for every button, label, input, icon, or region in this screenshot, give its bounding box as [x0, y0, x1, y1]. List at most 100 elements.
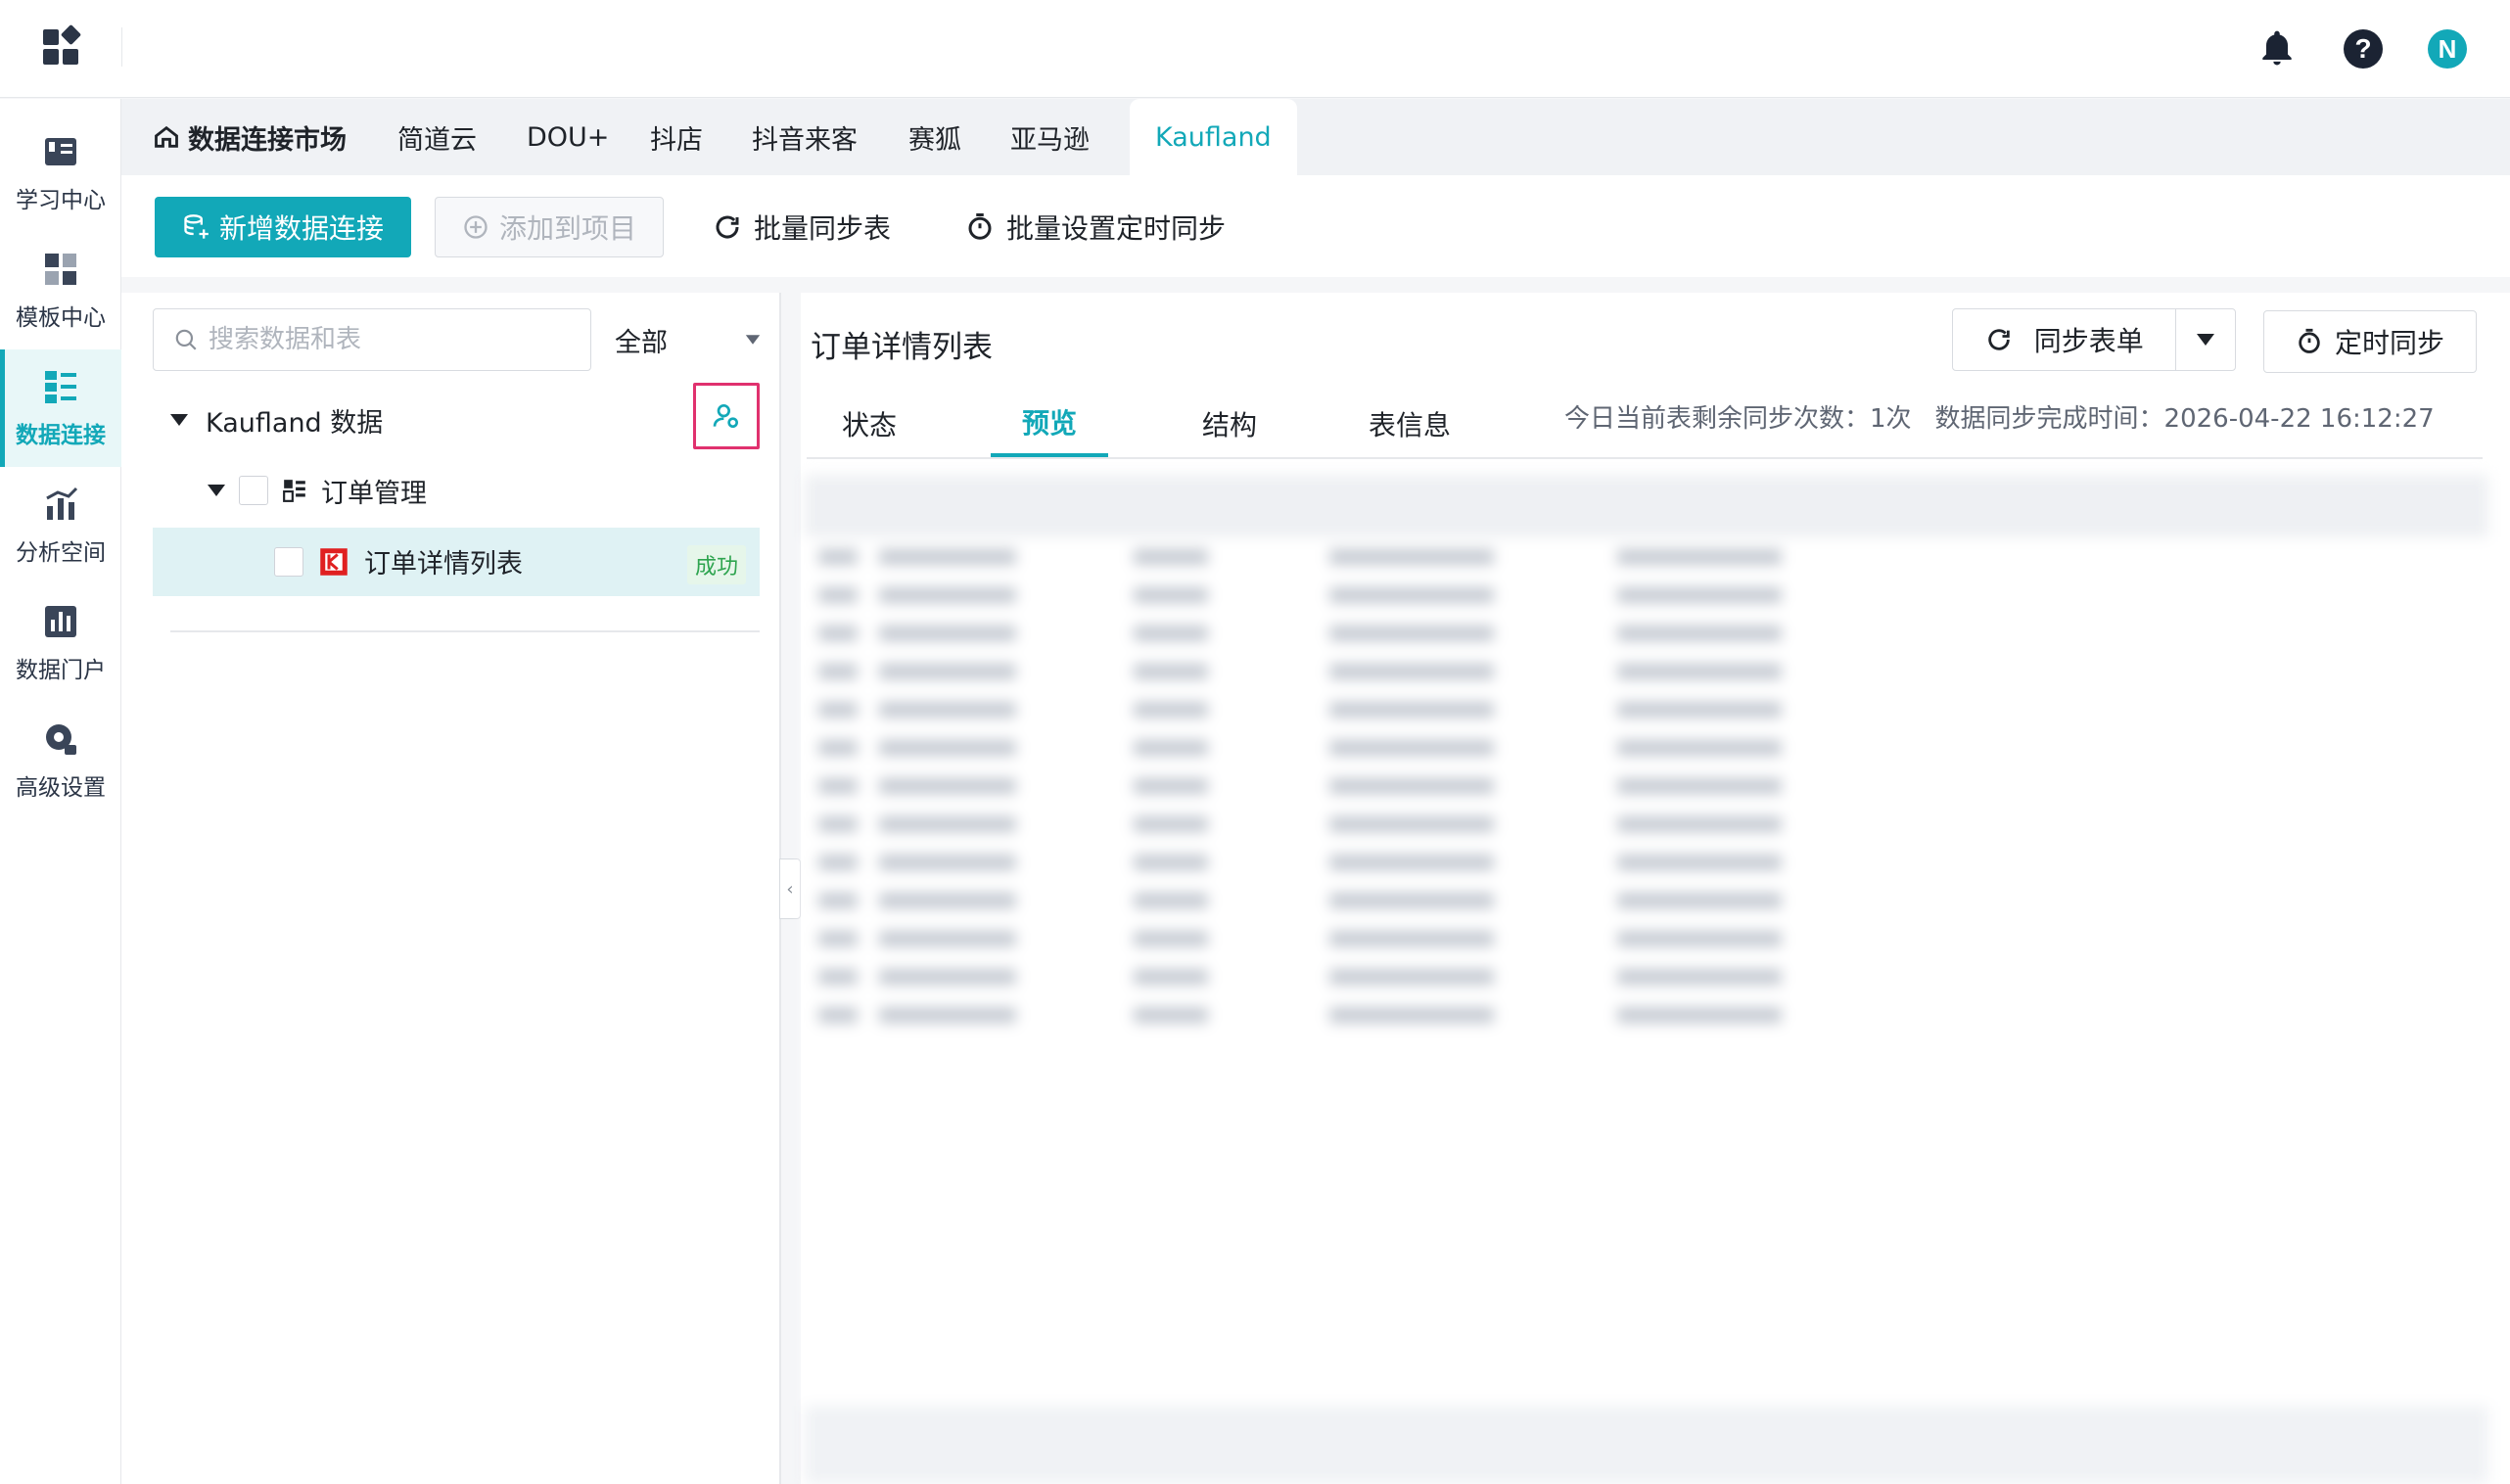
- preview-cell: [1134, 931, 1208, 947]
- caret-down-icon: [208, 485, 225, 496]
- user-settings-icon: [713, 404, 738, 428]
- remaining-sync-count: 今日当前表剩余同步次数：1次: [1564, 404, 1912, 434]
- search-box: [153, 308, 591, 371]
- preview-cell: [1134, 626, 1208, 641]
- tab-doudian[interactable]: 抖店: [650, 99, 703, 175]
- nav-label: 模板中心: [16, 305, 106, 331]
- preview-cell: [818, 778, 858, 794]
- tab-structure[interactable]: 结构: [1171, 391, 1288, 457]
- tab-kaufland[interactable]: Kaufland: [1130, 99, 1297, 175]
- preview-cell: [1134, 740, 1208, 756]
- preview-cell: [879, 969, 1016, 985]
- nav-label: 学习中心: [16, 188, 106, 213]
- tab-status[interactable]: 状态: [811, 391, 928, 457]
- nav-label: 数据连接: [16, 423, 106, 448]
- preview-cell: [1329, 969, 1494, 985]
- collapse-panel-button[interactable]: ‹: [779, 858, 801, 919]
- sync-form-button[interactable]: 同步表单: [1953, 309, 2177, 370]
- nav-label: 高级设置: [16, 775, 106, 801]
- preview-cell: [1329, 740, 1494, 756]
- bell-icon[interactable]: [2255, 27, 2299, 70]
- preview-cell: [818, 1007, 858, 1023]
- data-portal-icon: [41, 602, 80, 641]
- preview-cell: [1617, 702, 1782, 718]
- preview-cell: [1329, 855, 1494, 870]
- preview-cell: [1134, 893, 1208, 908]
- advanced-settings-icon: [41, 719, 80, 759]
- kaufland-table-icon: [320, 547, 348, 576]
- nav-item-learning-center[interactable]: 学习中心: [0, 115, 121, 232]
- tabs-underline: [807, 457, 2483, 459]
- analysis-space-icon: [41, 485, 80, 524]
- preview-cell: [1617, 816, 1782, 832]
- preview-cell: [1134, 1007, 1208, 1023]
- nav-item-analysis-space[interactable]: 分析空间: [0, 467, 121, 584]
- user-authorize-button[interactable]: [693, 383, 760, 449]
- tab-jiandaoyun[interactable]: 简道云: [397, 99, 477, 175]
- tab-home[interactable]: 数据连接市场: [153, 99, 347, 175]
- avatar[interactable]: N: [2428, 29, 2467, 69]
- filter-select[interactable]: 全部: [615, 308, 762, 371]
- folder-list-icon: [283, 480, 305, 502]
- sync-info: 今日当前表剩余同步次数：1次 数据同步完成时间：2026-04-22 16:12…: [1564, 398, 2435, 435]
- tab-douyin-laike[interactable]: 抖音来客: [752, 99, 858, 175]
- nav-item-template-center[interactable]: 模板中心: [0, 232, 121, 349]
- preview-cell: [818, 931, 858, 947]
- nav-item-data-connection[interactable]: 数据连接: [0, 349, 121, 467]
- table-title: 订单详情列表: [811, 330, 993, 365]
- preview-cell: [1134, 549, 1208, 565]
- preview-cell: [879, 549, 1016, 565]
- sync-dropdown-button[interactable]: [2176, 309, 2235, 370]
- tab-dou-plus[interactable]: DOU+: [527, 99, 609, 175]
- add-to-project-button[interactable]: 添加到项目: [435, 197, 664, 257]
- group-checkbox[interactable]: [239, 476, 268, 505]
- tab-saihu[interactable]: 赛狐: [908, 99, 961, 175]
- nav-item-data-portal[interactable]: 数据门户: [0, 584, 121, 702]
- nav-item-advanced-settings[interactable]: 高级设置: [0, 702, 121, 819]
- preview-cell: [1617, 549, 1782, 565]
- preview-header: [805, 475, 2488, 537]
- preview-cell: [879, 931, 1016, 947]
- new-connection-button[interactable]: 新增数据连接: [155, 197, 411, 257]
- add-to-project-label: 添加到项目: [498, 212, 636, 245]
- preview-cell: [1134, 816, 1208, 832]
- chevron-left-icon: ‹: [786, 878, 794, 900]
- preview-cell: [818, 702, 858, 718]
- tab-amazon[interactable]: 亚马逊: [1010, 99, 1090, 175]
- preview-cell: [879, 855, 1016, 870]
- app-grid-icon[interactable]: [43, 23, 82, 67]
- divider: [170, 630, 760, 632]
- tab-home-label: 数据连接市场: [188, 124, 347, 156]
- preview-cell: [1134, 855, 1208, 870]
- preview-cell: [879, 740, 1016, 756]
- template-center-icon: [41, 250, 80, 289]
- preview-cell: [1329, 664, 1494, 679]
- preview-cell: [818, 664, 858, 679]
- preview-cell: [818, 549, 858, 565]
- preview-cell: [1329, 931, 1494, 947]
- preview-cell: [879, 702, 1016, 718]
- batch-sync-button[interactable]: 批量同步表: [713, 197, 891, 257]
- search-input[interactable]: [209, 325, 561, 354]
- tree-group-label: 订单管理: [321, 478, 427, 509]
- batch-schedule-label: 批量设置定时同步: [1006, 212, 1227, 245]
- tree-root[interactable]: Kaufland 数据: [170, 400, 383, 440]
- table-checkbox[interactable]: [274, 546, 303, 577]
- batch-schedule-button[interactable]: 批量设置定时同步: [965, 197, 1226, 257]
- preview-cell: [879, 1007, 1016, 1023]
- toolbar: 新增数据连接 添加到项目 批量同步表 批量设置定时同步: [121, 175, 2510, 277]
- tree-table-row[interactable]: 订单详情列表 成功: [153, 528, 760, 596]
- help-icon[interactable]: ?: [2344, 29, 2383, 69]
- preview-cell: [879, 778, 1016, 794]
- tab-table-info[interactable]: 表信息: [1351, 391, 1468, 457]
- preview-cell: [879, 893, 1016, 908]
- batch-sync-label: 批量同步表: [754, 212, 892, 245]
- data-preview-table[interactable]: [805, 475, 2488, 1484]
- schedule-sync-button[interactable]: 定时同步: [2263, 310, 2477, 373]
- tree-group[interactable]: 订单管理: [208, 471, 427, 510]
- preview-cell: [1617, 893, 1782, 908]
- top-bar: ? N: [0, 0, 2510, 98]
- timer-icon: [2299, 328, 2320, 353]
- tab-preview[interactable]: 预览: [991, 391, 1108, 457]
- tree-root-label: Kaufland 数据: [206, 407, 384, 439]
